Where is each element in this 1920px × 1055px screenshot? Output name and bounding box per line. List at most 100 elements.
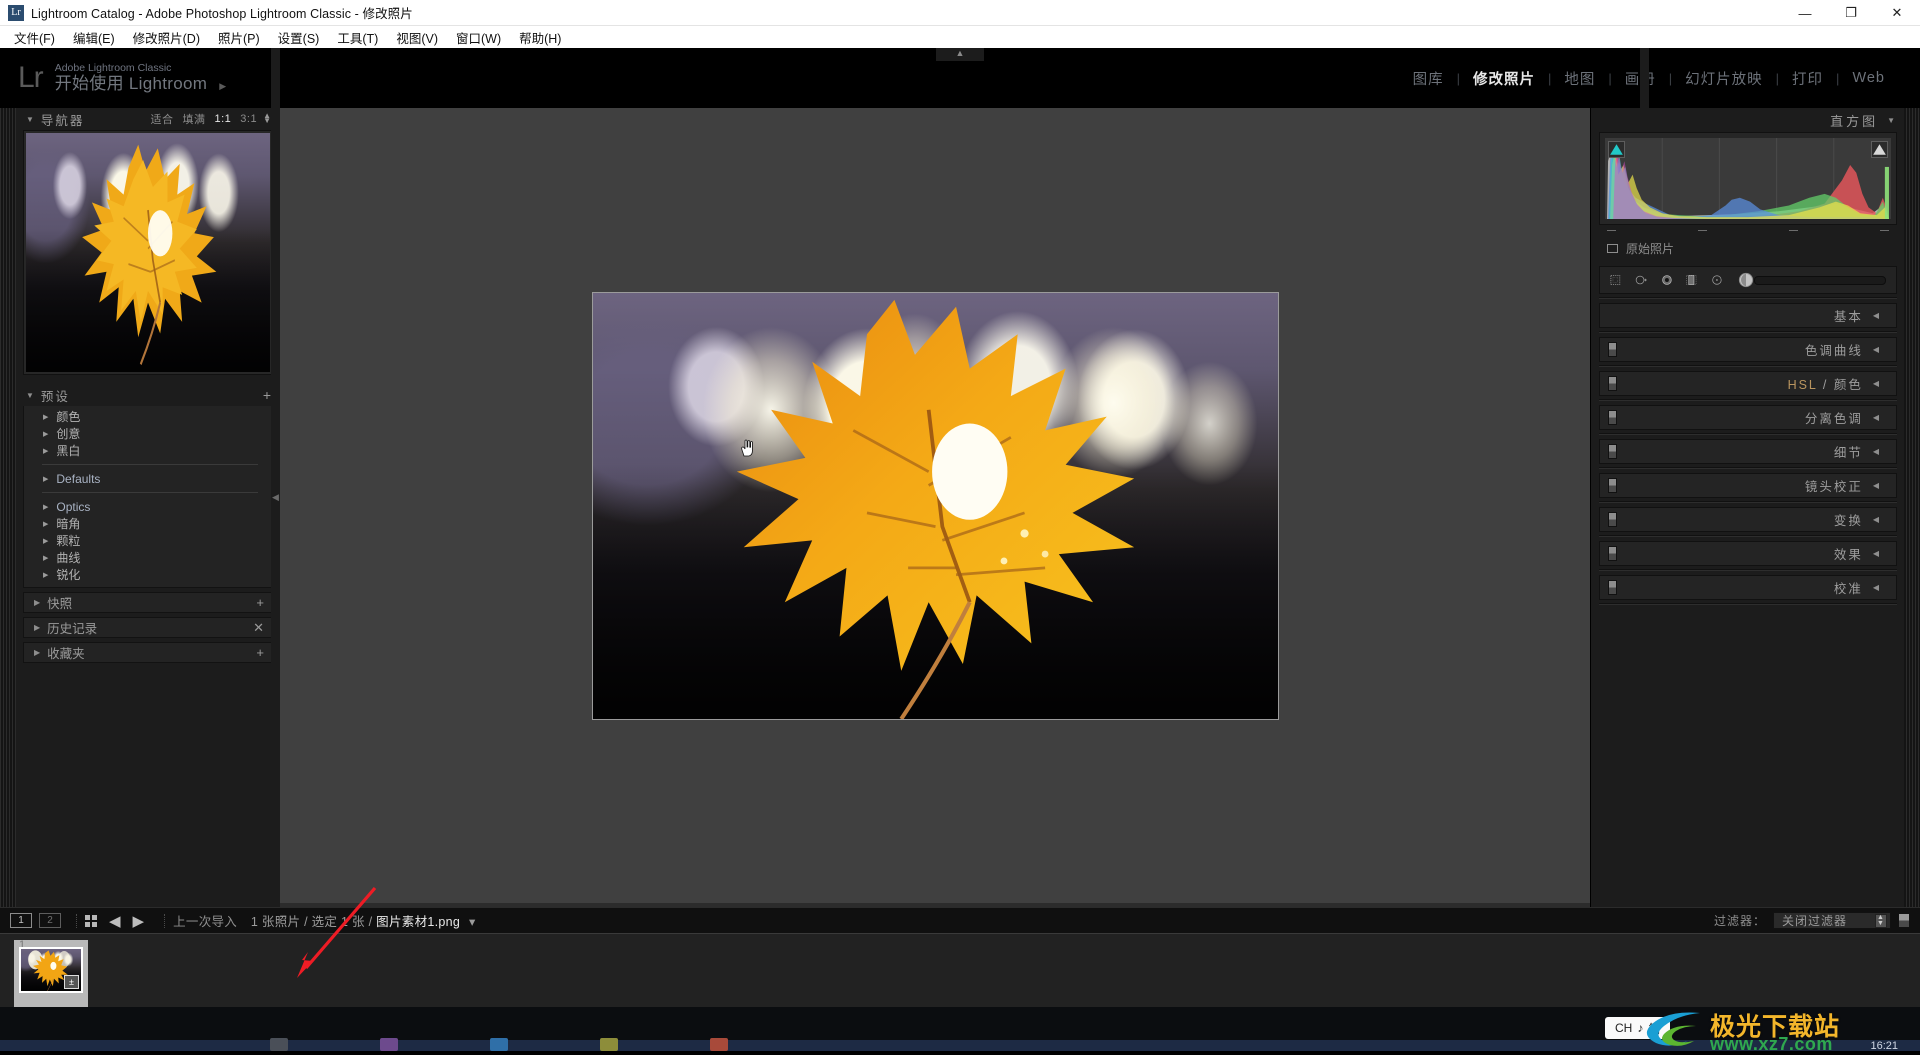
filter-select[interactable]: 关闭过滤器 ▲ ▼: [1773, 912, 1891, 929]
panel-detail[interactable]: 细节 ◀: [1599, 439, 1897, 464]
menu-photo[interactable]: 照片(P): [209, 26, 269, 49]
radial-filter-icon[interactable]: [1711, 271, 1723, 289]
expand-icon[interactable]: ▶: [43, 537, 48, 545]
left-panel-resize-grip[interactable]: [0, 108, 16, 948]
add-preset-icon[interactable]: +: [263, 387, 271, 403]
panel-split-toning[interactable]: 分离色调 ◀: [1599, 405, 1897, 430]
brush-size-slider[interactable]: [1754, 275, 1886, 285]
spot-removal-icon[interactable]: [1635, 271, 1647, 289]
menu-settings[interactable]: 设置(S): [269, 26, 329, 49]
navigator-header[interactable]: ▼ 导航器 适合 填满 1:1 3:1 ▲ ▼: [16, 108, 280, 130]
expand-icon[interactable]: ◀: [1873, 379, 1879, 388]
expand-icon[interactable]: ▶: [43, 571, 48, 579]
panel-basic[interactable]: 基本 ◀: [1599, 303, 1897, 328]
module-print[interactable]: 打印: [1779, 68, 1836, 89]
adjustment-brush-icon[interactable]: [1737, 271, 1755, 289]
expand-icon[interactable]: ▶: [43, 475, 48, 483]
snapshots-panel-header[interactable]: ▶ 快照 +: [23, 592, 273, 613]
go-forward-arrow-icon[interactable]: ▶: [133, 912, 145, 930]
photo-loupe-view[interactable]: [591, 291, 1279, 720]
panel-effects[interactable]: 效果 ◀: [1599, 541, 1897, 566]
expand-icon[interactable]: ◀: [1873, 549, 1879, 558]
presets-header[interactable]: ▼ 预设 +: [16, 384, 280, 406]
module-map[interactable]: 地图: [1551, 68, 1608, 89]
expand-icon[interactable]: ▶: [43, 554, 48, 562]
zoom-3to1-option[interactable]: 3:1: [240, 113, 257, 125]
identity-plate[interactable]: Lr Adobe Lightroom Classic 开始使用 Lightroo…: [18, 61, 226, 95]
filmstrip-source-path[interactable]: 上一次导入 1 张照片 / 选定 1 张 / 图片素材1.png ▾: [173, 911, 475, 930]
taskbar-icon-5[interactable]: [710, 1038, 728, 1051]
module-library[interactable]: 图库: [1400, 68, 1457, 89]
red-eye-correction-icon[interactable]: [1661, 271, 1673, 289]
maximize-button[interactable]: ❐: [1828, 0, 1874, 26]
taskbar-icon-2[interactable]: [380, 1038, 398, 1051]
crop-overlay-icon[interactable]: [1610, 271, 1621, 289]
panel-hsl-color[interactable]: HSL / 颜色 ◀: [1599, 371, 1897, 396]
preset-group-vignette[interactable]: ▶ 暗角: [24, 515, 272, 532]
collections-panel-header[interactable]: ▶ 收藏夹 +: [23, 642, 273, 663]
presets-collapse-icon[interactable]: ▼: [26, 391, 34, 400]
expand-icon[interactable]: ◀: [1873, 413, 1879, 422]
main-monitor-button[interactable]: 1: [10, 913, 32, 928]
menu-tools[interactable]: 工具(T): [328, 26, 387, 49]
grid-view-icon[interactable]: [85, 914, 97, 927]
expand-icon[interactable]: ◀: [1873, 583, 1879, 592]
preset-group-color[interactable]: ▶ 颜色: [24, 408, 272, 425]
top-panel-toggle[interactable]: ▲: [936, 48, 984, 61]
minimize-button[interactable]: —: [1782, 0, 1828, 26]
preset-group-creative[interactable]: ▶ 创意: [24, 425, 272, 442]
filter-enable-toggle[interactable]: [1898, 913, 1910, 928]
module-develop[interactable]: 修改照片: [1460, 68, 1548, 89]
expand-icon[interactable]: ▶: [34, 648, 40, 657]
histogram-panel[interactable]: [1599, 132, 1897, 225]
expand-icon[interactable]: ▶: [43, 430, 48, 438]
histogram-header[interactable]: 直方图 ▼: [1591, 108, 1905, 132]
add-collection-icon[interactable]: +: [256, 645, 264, 660]
second-monitor-button[interactable]: 2: [39, 913, 61, 928]
panel-tone-curve[interactable]: 色调曲线 ◀: [1599, 337, 1897, 362]
panel-switch-toggle[interactable]: [1608, 478, 1617, 493]
highlight-clipping-indicator[interactable]: [1871, 141, 1888, 158]
left-panel-hide-toggle[interactable]: ◀: [271, 48, 280, 947]
expand-icon[interactable]: ▶: [43, 413, 48, 421]
panel-switch-toggle[interactable]: [1608, 410, 1617, 425]
expand-icon[interactable]: ▶: [43, 503, 48, 511]
expand-icon[interactable]: ◀: [1873, 311, 1879, 320]
histogram-collapse-icon[interactable]: ▼: [1887, 116, 1895, 125]
zoom-level-spinner-icon[interactable]: ▲ ▼: [263, 112, 271, 125]
panel-switch-toggle[interactable]: [1608, 512, 1617, 527]
zoom-fit-option[interactable]: 适合: [150, 111, 173, 127]
expand-icon[interactable]: ◀: [1873, 481, 1879, 490]
source-dropdown-icon[interactable]: ▾: [469, 915, 476, 929]
zoom-1to1-option[interactable]: 1:1: [214, 113, 231, 125]
panel-switch-toggle[interactable]: [1608, 444, 1617, 459]
expand-icon[interactable]: ▶: [43, 520, 48, 528]
taskbar-icon-4[interactable]: [600, 1038, 618, 1051]
graduated-filter-icon[interactable]: [1686, 271, 1697, 289]
menu-file[interactable]: 文件(F): [5, 26, 64, 49]
panel-switch-toggle[interactable]: [1608, 376, 1617, 391]
menu-window[interactable]: 窗口(W): [447, 26, 510, 49]
close-button[interactable]: ✕: [1874, 0, 1920, 26]
navigator-preview[interactable]: [23, 130, 273, 375]
menu-view[interactable]: 视图(V): [387, 26, 447, 49]
go-back-arrow-icon[interactable]: ◀: [109, 912, 121, 930]
panel-switch-toggle[interactable]: [1608, 580, 1617, 595]
menu-edit[interactable]: 编辑(E): [64, 26, 124, 49]
thumbnail-image[interactable]: ±: [19, 947, 83, 993]
navigator-collapse-icon[interactable]: ▼: [26, 115, 34, 124]
panel-lens-corrections[interactable]: 镜头校正 ◀: [1599, 473, 1897, 498]
expand-icon[interactable]: ◀: [1873, 447, 1879, 456]
taskbar-icon-3[interactable]: [490, 1038, 508, 1051]
expand-icon[interactable]: ◀: [1873, 515, 1879, 524]
preset-group-defaults[interactable]: ▶ Defaults: [24, 470, 272, 487]
adjustment-brush-control[interactable]: [1737, 271, 1886, 289]
photo-canvas[interactable]: [280, 108, 1590, 903]
taskbar-icon-1[interactable]: [270, 1038, 288, 1051]
shadow-clipping-indicator[interactable]: [1608, 141, 1625, 158]
panel-transform[interactable]: 变换 ◀: [1599, 507, 1897, 532]
original-photo-row[interactable]: 原始照片: [1599, 236, 1897, 260]
expand-icon[interactable]: ▶: [43, 447, 48, 455]
right-panel-resize-grip[interactable]: [1904, 108, 1920, 948]
expand-icon[interactable]: ◀: [1873, 345, 1879, 354]
